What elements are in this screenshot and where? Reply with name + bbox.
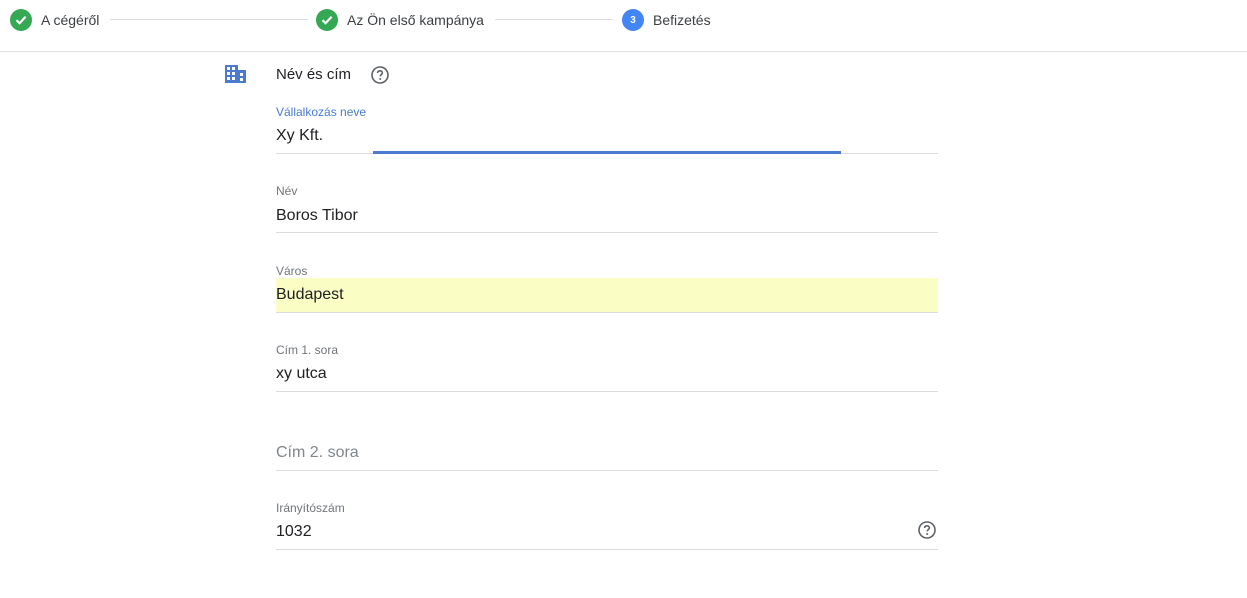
name-input[interactable]: Boros Tibor <box>276 207 358 225</box>
underline <box>276 312 938 313</box>
focus-underline <box>373 151 841 154</box>
help-icon[interactable] <box>918 521 936 539</box>
autofill-highlight <box>276 278 938 312</box>
step-connector <box>110 19 308 20</box>
name-label: Név <box>276 184 298 198</box>
help-icon[interactable] <box>371 66 389 84</box>
underline <box>276 232 938 233</box>
progress-stepper: A cégéről Az Ön első kampánya 3 Befizeté… <box>0 0 1247 52</box>
step-label: Befizetés <box>653 12 711 28</box>
underline <box>276 391 938 392</box>
city-input[interactable]: Budapest <box>276 286 344 304</box>
step-number-badge: 3 <box>622 9 644 31</box>
check-icon <box>316 9 338 31</box>
address-line-2-field[interactable]: Cím 2. sora <box>276 420 938 474</box>
city-field[interactable]: Város Budapest <box>276 262 938 316</box>
underline <box>276 470 938 471</box>
city-label: Város <box>276 264 308 278</box>
step-connector <box>495 19 613 20</box>
address-line-1-label: Cím 1. sora <box>276 343 339 357</box>
business-name-label: Vállalkozás neve <box>276 105 367 119</box>
business-name-field[interactable]: Vállalkozás neve Xy Kft. <box>276 103 938 157</box>
address-line-2-input[interactable]: Cím 2. sora <box>276 444 359 462</box>
building-icon <box>224 64 247 84</box>
postal-code-field[interactable]: Irányítószám 1032 <box>276 499 938 553</box>
underline <box>276 549 938 550</box>
step-label: Az Ön első kampánya <box>347 12 484 28</box>
name-field[interactable]: Név Boros Tibor <box>276 182 938 236</box>
business-name-input[interactable]: Xy Kft. <box>276 127 323 145</box>
address-line-1-input[interactable]: xy utca <box>276 365 327 383</box>
step-first-campaign[interactable]: Az Ön első kampánya <box>316 8 484 32</box>
step-payment[interactable]: 3 Befizetés <box>622 8 711 32</box>
address-line-1-field[interactable]: Cím 1. sora xy utca <box>276 341 938 395</box>
step-about-business[interactable]: A cégéről <box>10 8 99 32</box>
step-label: A cégéről <box>41 12 100 28</box>
check-icon <box>10 9 32 31</box>
postal-code-input[interactable]: 1032 <box>276 523 312 541</box>
postal-code-label: Irányítószám <box>276 501 345 515</box>
section-title: Név és cím <box>276 66 352 83</box>
